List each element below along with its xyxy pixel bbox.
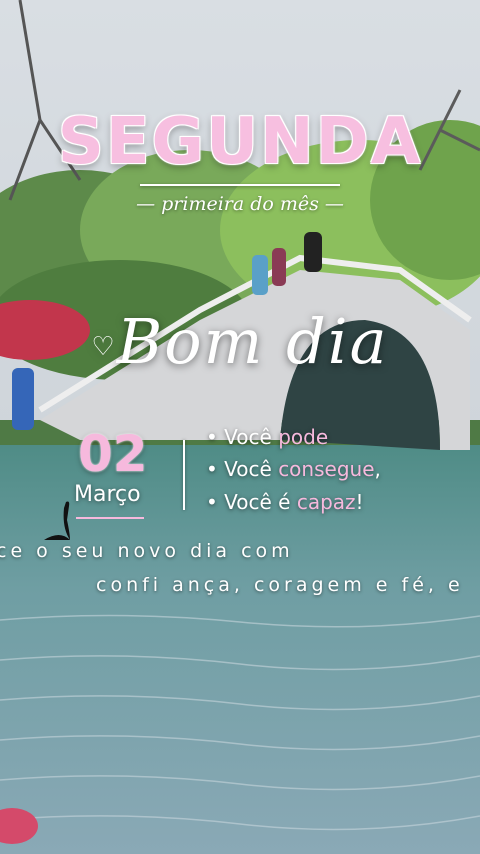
text-overlay: SEGUNDA — primeira do mês — ♡Bom dia 02 … [0, 0, 480, 854]
heart-icon: ♡ [91, 331, 117, 362]
affirmation-prefix: • Você é [206, 490, 297, 514]
scrolling-text-line-2: confi ança, coragem e fé, e [96, 574, 464, 596]
weekday-subtitle: — primeira do mês — [136, 193, 344, 215]
affirmation-item: • Você pode [206, 425, 328, 449]
affirmation-item: • Você é capaz! [206, 490, 364, 514]
date-divider [183, 440, 185, 510]
affirmation-suffix: , [374, 457, 381, 481]
title-underline [140, 184, 340, 186]
video-frame: SEGUNDA — primeira do mês — ♡Bom dia 02 … [0, 0, 480, 854]
affirmation-prefix: • Você [206, 457, 279, 481]
date-month: Março [74, 482, 141, 507]
greeting-text: ♡Bom dia [0, 305, 480, 378]
affirmation-item: • Você consegue, [206, 457, 381, 481]
month-underline [76, 517, 144, 519]
affirmation-highlight: pode [278, 425, 329, 449]
greeting-label: Bom dia [116, 305, 389, 378]
date-day: 02 [78, 425, 148, 483]
weekday-title: SEGUNDA [57, 105, 423, 179]
affirmation-prefix: • Você [206, 425, 279, 449]
affirmation-highlight: capaz [296, 490, 356, 514]
affirmation-highlight: consegue [278, 457, 375, 481]
scrolling-text-line-1: ce o seu novo dia com [0, 540, 294, 562]
affirmation-suffix: ! [355, 490, 364, 514]
